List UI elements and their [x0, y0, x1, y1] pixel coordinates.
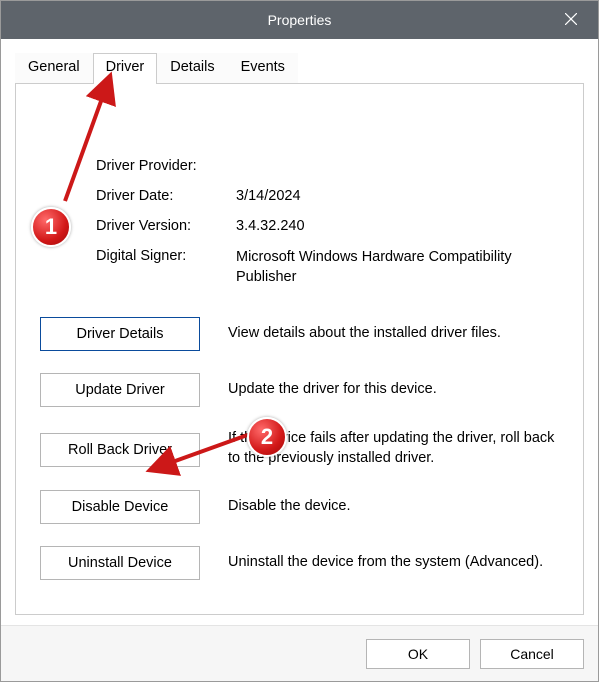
tab-details[interactable]: Details — [157, 53, 227, 83]
disable-device-row: Disable Device Disable the device. — [40, 490, 559, 524]
tab-general[interactable]: General — [15, 53, 93, 83]
driver-provider-value — [236, 158, 559, 174]
ok-button[interactable]: OK — [366, 639, 470, 669]
driver-details-button[interactable]: Driver Details — [40, 317, 200, 351]
driver-info-grid: Driver Provider: Driver Date: 3/14/2024 … — [96, 158, 559, 287]
uninstall-device-desc: Uninstall the device from the system (Ad… — [228, 553, 559, 573]
properties-window: Properties General Driver Details Events… — [0, 0, 599, 682]
close-icon — [565, 12, 577, 28]
window-title: Properties — [1, 12, 598, 28]
driver-details-row: Driver Details View details about the in… — [40, 317, 559, 351]
driver-details-desc: View details about the installed driver … — [228, 324, 559, 344]
cancel-button[interactable]: Cancel — [480, 639, 584, 669]
uninstall-device-row: Uninstall Device Uninstall the device fr… — [40, 546, 559, 580]
driver-tab-panel: Driver Provider: Driver Date: 3/14/2024 … — [15, 83, 584, 615]
rollback-driver-row: Roll Back Driver If the device fails aft… — [40, 429, 559, 468]
dialog-footer: OK Cancel — [1, 625, 598, 681]
update-driver-button[interactable]: Update Driver — [40, 373, 200, 407]
driver-version-value: 3.4.32.240 — [236, 218, 559, 234]
titlebar: Properties — [1, 1, 598, 39]
close-button[interactable] — [544, 1, 598, 39]
digital-signer-value: Microsoft Windows Hardware Compatibility… — [236, 248, 559, 287]
driver-actions: Driver Details View details about the in… — [40, 317, 559, 580]
uninstall-device-button[interactable]: Uninstall Device — [40, 546, 200, 580]
rollback-driver-desc: If the device fails after updating the d… — [228, 429, 559, 468]
disable-device-desc: Disable the device. — [228, 497, 559, 517]
tab-strip: General Driver Details Events — [15, 53, 584, 83]
rollback-driver-button[interactable]: Roll Back Driver — [40, 433, 200, 467]
digital-signer-label: Digital Signer: — [96, 248, 232, 287]
tab-events[interactable]: Events — [228, 53, 298, 83]
content-area: General Driver Details Events Driver Pro… — [1, 39, 598, 625]
tab-driver[interactable]: Driver — [93, 53, 158, 84]
driver-version-label: Driver Version: — [96, 218, 232, 234]
update-driver-row: Update Driver Update the driver for this… — [40, 373, 559, 407]
update-driver-desc: Update the driver for this device. — [228, 380, 559, 400]
disable-device-button[interactable]: Disable Device — [40, 490, 200, 524]
driver-provider-label: Driver Provider: — [96, 158, 232, 174]
driver-date-value: 3/14/2024 — [236, 188, 559, 204]
driver-date-label: Driver Date: — [96, 188, 232, 204]
